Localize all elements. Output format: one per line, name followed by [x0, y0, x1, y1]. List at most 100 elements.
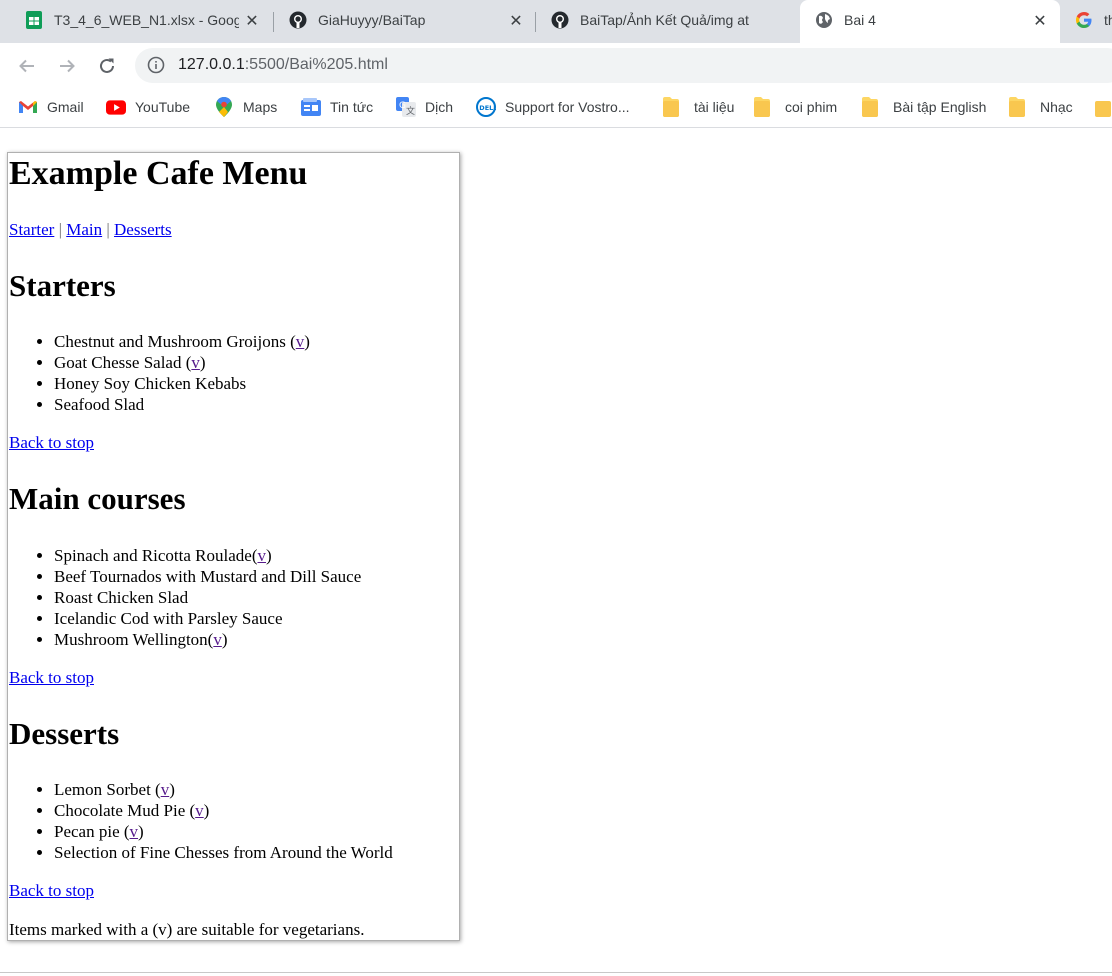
- info-icon[interactable]: [147, 56, 165, 74]
- github-icon: [288, 10, 308, 30]
- bookmark-youtube[interactable]: YouTube: [106, 96, 190, 118]
- bottom-divider: [0, 972, 1112, 973]
- menu-item: Beef Tournados with Mustard and Dill Sau…: [54, 566, 361, 587]
- vegetarian-link[interactable]: v: [296, 332, 305, 351]
- tab-spreadsheet[interactable]: T3_4_6_WEB_N1.xlsx - Goog ✕: [10, 0, 272, 43]
- menu-item: Chocolate Mud Pie (v): [54, 800, 393, 821]
- back-to-stop-link[interactable]: Back to stop: [9, 668, 94, 687]
- maps-icon: [214, 97, 234, 117]
- svg-text:G: G: [399, 101, 406, 111]
- vegetarian-link[interactable]: v: [257, 546, 266, 565]
- bookmark-label: Maps: [243, 99, 278, 115]
- back-button[interactable]: [12, 51, 42, 81]
- desserts-list: Lemon Sorbet (v) Chocolate Mud Pie (v) P…: [8, 779, 393, 863]
- page-viewport: Example Cafe Menu Starter | Main | Desse…: [0, 129, 1112, 976]
- menu-item: Lemon Sorbet (v): [54, 779, 393, 800]
- vegetarian-link[interactable]: v: [213, 630, 222, 649]
- nav-link-starter[interactable]: Starter: [9, 220, 54, 239]
- tab-github-repo[interactable]: GiaHuyyy/BaiTap ✕: [274, 0, 536, 43]
- bookmark-folder-tai-lieu[interactable]: tài liệu: [661, 96, 734, 118]
- bookmark-news[interactable]: Tin tức: [301, 96, 373, 118]
- vegetarian-footnote: Items marked with a (v) are suitable for…: [9, 920, 365, 939]
- bookmark-folder-overflow[interactable]: [1093, 96, 1112, 118]
- back-to-top-link-main[interactable]: Back to stop: [9, 668, 94, 688]
- section-heading-desserts: Desserts: [9, 716, 120, 751]
- cafe-menu-box: Example Cafe Menu Starter | Main | Desse…: [7, 152, 460, 941]
- bookmark-label: coi phim: [785, 99, 838, 115]
- nav-link-main[interactable]: Main: [66, 220, 102, 239]
- arrow-left-icon: [19, 59, 34, 73]
- folder-icon: [752, 97, 772, 117]
- section-heading-main: Main courses: [9, 481, 186, 516]
- arrow-right-icon: [60, 59, 75, 73]
- news-icon: [301, 97, 321, 117]
- tab-title: GiaHuyyy/BaiTap: [318, 12, 426, 28]
- bookmark-label: Nhạc: [1040, 99, 1073, 115]
- menu-item: Roast Chicken Slad: [54, 587, 361, 608]
- back-to-stop-link[interactable]: Back to stop: [9, 433, 94, 452]
- globe-icon: [814, 10, 834, 30]
- toolbar: 127.0.0.1:5500/Bai%205.html: [0, 43, 1112, 88]
- menu-item: Honey Soy Chicken Kebabs: [54, 373, 310, 394]
- back-to-top-link-desserts[interactable]: Back to stop: [9, 881, 94, 901]
- tab-github-image[interactable]: BaiTap/Ảnh Kết Quả/img at: [536, 0, 798, 43]
- folder-icon: [661, 97, 681, 117]
- url-path: :5500/Bai%205.html: [244, 56, 388, 73]
- svg-text:文: 文: [406, 105, 415, 117]
- nav-separator: |: [106, 220, 110, 239]
- bookmarks-bar: Gmail YouTube Maps Tin tức G文 Dịch DELL …: [0, 88, 1112, 128]
- menu-item: Icelandic Cod with Parsley Sauce: [54, 608, 361, 629]
- vegetarian-link[interactable]: v: [130, 822, 139, 841]
- menu-item: Chestnut and Mushroom Groijons (v): [54, 331, 310, 352]
- bookmark-translate[interactable]: G文 Dịch: [396, 96, 453, 118]
- bookmark-folder-coi-phim[interactable]: coi phim: [752, 96, 837, 118]
- menu-item: Spinach and Ricotta Roulade(v): [54, 545, 361, 566]
- tab-title: Bai 4: [844, 12, 876, 28]
- vegetarian-link[interactable]: v: [161, 780, 170, 799]
- bookmark-label: Support for Vostro...: [505, 99, 630, 115]
- back-to-stop-link[interactable]: Back to stop: [9, 881, 94, 900]
- reload-icon: [100, 58, 114, 73]
- close-icon[interactable]: ✕: [506, 11, 526, 31]
- menu-item: Mushroom Wellington(v): [54, 629, 361, 650]
- bookmark-dell-support[interactable]: DELL Support for Vostro...: [476, 96, 630, 118]
- bookmark-gmail[interactable]: Gmail: [18, 96, 84, 118]
- translate-icon: G文: [396, 97, 416, 117]
- tab-google[interactable]: th: [1062, 0, 1112, 43]
- starters-list: Chestnut and Mushroom Groijons (v) Goat …: [8, 331, 310, 415]
- vegetarian-link[interactable]: v: [191, 353, 200, 372]
- bookmark-label: tài liệu: [694, 99, 735, 115]
- bookmark-folder-nhac[interactable]: Nhạc: [1007, 96, 1073, 118]
- bookmark-label: YouTube: [135, 99, 191, 115]
- bookmark-folder-bai-tap-english[interactable]: Bài tập English: [860, 96, 986, 118]
- bookmark-maps[interactable]: Maps: [214, 96, 277, 118]
- close-icon[interactable]: ✕: [242, 11, 262, 31]
- tab-strip: T3_4_6_WEB_N1.xlsx - Goog ✕ GiaHuyyy/Bai…: [0, 0, 1112, 43]
- bookmark-label: Bài tập English: [893, 99, 987, 115]
- tab-active[interactable]: Bai 4 ✕: [800, 0, 1060, 43]
- dell-icon: DELL: [476, 97, 496, 117]
- section-nav: Starter | Main | Desserts: [9, 220, 172, 240]
- tab-title: T3_4_6_WEB_N1.xlsx - Goog: [54, 12, 239, 28]
- folder-icon: [1007, 97, 1027, 117]
- folder-icon: [860, 97, 880, 117]
- url-text: 127.0.0.1:5500/Bai%205.html: [178, 56, 388, 74]
- back-to-top-link-starters[interactable]: Back to stop: [9, 433, 94, 453]
- folder-icon: [1093, 97, 1112, 117]
- github-icon: [550, 10, 570, 30]
- page-title: Example Cafe Menu: [9, 155, 308, 192]
- nav-link-desserts[interactable]: Desserts: [114, 220, 172, 239]
- vegetarian-link[interactable]: v: [195, 801, 204, 820]
- menu-item: Selection of Fine Chesses from Around th…: [54, 842, 393, 863]
- main-list: Spinach and Ricotta Roulade(v) Beef Tour…: [8, 545, 361, 650]
- bookmark-label: Gmail: [47, 99, 84, 115]
- section-heading-starters: Starters: [9, 268, 116, 303]
- reload-button[interactable]: [92, 51, 122, 81]
- address-bar[interactable]: 127.0.0.1:5500/Bai%205.html: [135, 48, 1112, 83]
- forward-button[interactable]: [52, 51, 82, 81]
- close-icon[interactable]: ✕: [1030, 11, 1050, 31]
- bookmark-label: Tin tức: [330, 99, 374, 115]
- tab-title: th: [1104, 12, 1112, 28]
- nav-separator: |: [58, 220, 62, 239]
- google-icon: [1074, 10, 1094, 30]
